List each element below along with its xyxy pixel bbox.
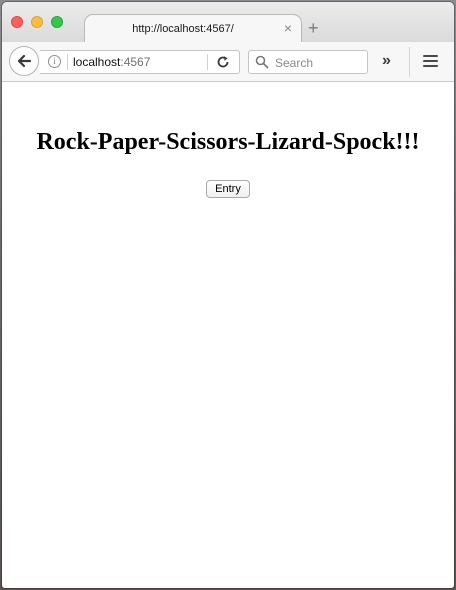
tab-close-icon[interactable]: × bbox=[284, 20, 292, 36]
navigation-toolbar: i localhost:4567 Search » bbox=[2, 42, 454, 82]
url-host: localhost bbox=[73, 55, 121, 69]
maximize-window-button[interactable] bbox=[51, 16, 63, 28]
browser-tab[interactable]: http://localhost:4567/ × bbox=[84, 14, 302, 43]
back-button[interactable] bbox=[9, 46, 39, 76]
new-tab-button[interactable]: + bbox=[308, 19, 319, 37]
toolbar-divider bbox=[409, 47, 410, 77]
entry-button[interactable]: Entry bbox=[206, 180, 250, 198]
page-title: Rock-Paper-Scissors-Lizard-Spock!!! bbox=[36, 129, 420, 155]
url-port: :4567 bbox=[120, 55, 151, 69]
url-text[interactable]: localhost:4567 bbox=[73, 55, 150, 69]
reload-icon[interactable] bbox=[216, 55, 230, 69]
tab-title: http://localhost:4567/ bbox=[132, 23, 234, 35]
title-bar: http://localhost:4567/ × + bbox=[2, 2, 454, 43]
back-arrow-icon bbox=[17, 54, 32, 68]
overflow-chevron-icon[interactable]: » bbox=[382, 53, 391, 69]
search-icon bbox=[255, 55, 269, 69]
page-content: Rock-Paper-Scissors-Lizard-Spock!!! Entr… bbox=[2, 82, 454, 588]
search-bar[interactable]: Search bbox=[248, 50, 368, 74]
url-bar[interactable]: i localhost:4567 bbox=[40, 50, 240, 74]
close-window-button[interactable] bbox=[11, 16, 23, 28]
search-placeholder: Search bbox=[275, 56, 314, 70]
minimize-window-button[interactable] bbox=[31, 16, 43, 28]
url-divider-right bbox=[207, 54, 208, 70]
browser-window: http://localhost:4567/ × + i localhost:4… bbox=[2, 2, 454, 588]
url-divider bbox=[67, 54, 68, 70]
hamburger-menu-icon[interactable] bbox=[423, 55, 438, 68]
info-icon[interactable]: i bbox=[48, 55, 61, 68]
